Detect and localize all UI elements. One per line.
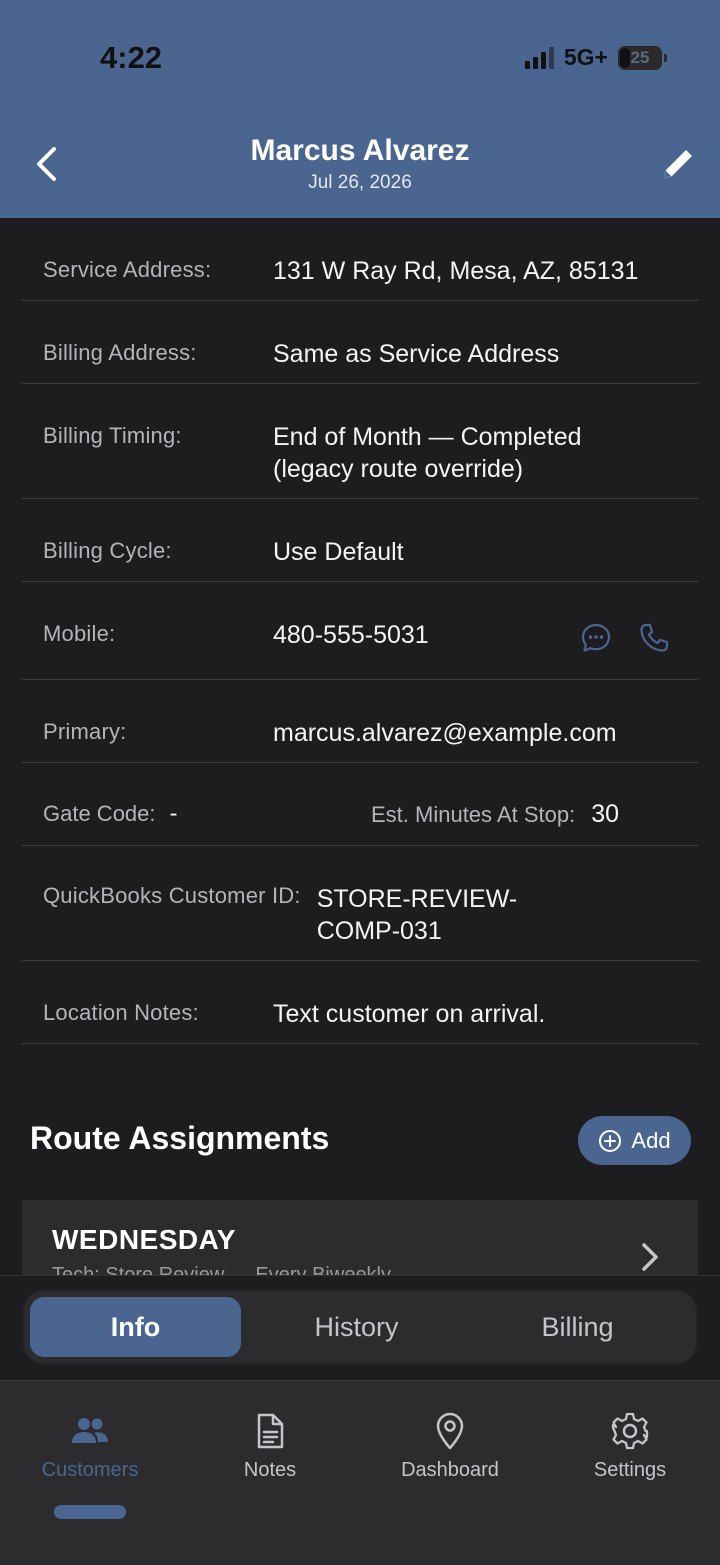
gate-code-group: Gate Code: - <box>22 800 357 828</box>
quickbooks-line2: COMP-031 <box>316 917 442 945</box>
nav-notes-label: Notes <box>243 1459 297 1481</box>
phone-icon[interactable] <box>638 622 670 654</box>
chevron-right-icon <box>642 1243 658 1271</box>
service-address-label: Service Address: <box>43 257 212 282</box>
primary-email-row: Primary: marcus.alvarez@example.com <box>22 680 698 763</box>
segmented-control: Info History Billing <box>22 1289 698 1365</box>
quickbooks-label: QuickBooks Customer ID: <box>43 883 301 908</box>
edit-button[interactable] <box>656 142 700 186</box>
nav-settings[interactable]: Settings <box>540 1411 720 1482</box>
nav-customers-label: Customers <box>41 1459 139 1481</box>
bottom-nav: Customers Notes Dashboard Settings <box>0 1380 720 1565</box>
quickbooks-value: STORE-REVIEW- COMP-031 <box>317 883 557 947</box>
gate-code-label: Gate Code: <box>43 801 156 826</box>
location-notes-label: Location Notes: <box>43 1000 199 1025</box>
billing-timing-line1: End of Month — Completed <box>273 423 582 451</box>
mobile-row: Mobile: 480-555-5031 <box>22 582 698 680</box>
map-pin-icon <box>436 1412 464 1450</box>
tab-billing[interactable]: Billing <box>472 1297 683 1357</box>
pencil-icon <box>664 150 692 178</box>
quickbooks-id-row: QuickBooks Customer ID: STORE-REVIEW- CO… <box>22 846 698 961</box>
users-icon <box>72 1418 108 1443</box>
billing-address-row: Billing Address: Same as Service Address <box>22 301 698 384</box>
tab-info[interactable]: Info <box>30 1297 241 1357</box>
mobile-value[interactable]: 480-555-5031 <box>273 619 429 651</box>
mobile-actions <box>580 622 670 654</box>
route-day: WEDNESDAY <box>52 1224 236 1255</box>
status-time: 4:22 <box>100 40 163 75</box>
quickbooks-line1: STORE-REVIEW- <box>316 885 518 913</box>
nav-dashboard[interactable]: Dashboard <box>360 1411 540 1482</box>
add-route-label: Add <box>631 1127 671 1153</box>
document-icon <box>257 1413 284 1449</box>
gate-code-value: - <box>169 800 178 827</box>
billing-timing-line2: (legacy route override) <box>273 455 524 483</box>
route-card-wednesday[interactable]: WEDNESDAY Tech: Store Review — Every Biw… <box>22 1200 698 1275</box>
signal-icon <box>524 46 554 69</box>
est-minutes-group: Est. Minutes At Stop: 30 <box>357 800 619 829</box>
route-details: Tech: Store Review — Every Biweekly <box>52 1264 392 1275</box>
header-bar: 4:22 5G+ 25 Marcus Alvarez Jul 26, 2026 <box>0 0 720 218</box>
billing-timing-label: Billing Timing: <box>43 423 182 448</box>
billing-cycle-value: Use Default <box>273 538 404 566</box>
network-label: 5G+ <box>563 44 608 70</box>
billing-timing-value: End of Month — Completed (legacy route o… <box>273 421 582 485</box>
gear-icon <box>611 1412 649 1450</box>
billing-cycle-row: Billing Cycle: Use Default <box>22 499 698 582</box>
customer-info-list: Service Address: 131 W Ray Rd, Mesa, AZ,… <box>22 218 698 1044</box>
nav-customers[interactable]: Customers <box>0 1411 180 1482</box>
est-minutes-value: 30 <box>591 800 620 828</box>
route-assignments-title: Route Assignments <box>30 1120 330 1156</box>
battery-level: 25 <box>630 47 650 67</box>
mobile-label: Mobile: <box>43 621 116 646</box>
gate-code-row: Gate Code: - Est. Minutes At Stop: 30 <box>22 763 698 846</box>
nav-settings-label: Settings <box>593 1459 667 1481</box>
plus-circle-icon <box>599 1129 622 1152</box>
status-indicators: 5G+ 25 <box>524 44 667 71</box>
nav-notes[interactable]: Notes <box>180 1411 360 1482</box>
service-address-value[interactable]: 131 W Ray Rd, Mesa, AZ, 85131 <box>273 255 638 287</box>
location-notes-row: Location Notes: Text customer on arrival… <box>22 961 698 1044</box>
battery-icon: 25 <box>618 45 667 70</box>
page-subtitle-date: Jul 26, 2026 <box>308 172 412 193</box>
billing-timing-row: Billing Timing: End of Month — Completed… <box>22 384 698 499</box>
add-route-button[interactable]: Add <box>578 1116 691 1165</box>
location-notes-value: Text customer on arrival. <box>273 1000 546 1028</box>
tab-history[interactable]: History <box>251 1297 462 1357</box>
billing-cycle-label: Billing Cycle: <box>43 538 172 563</box>
page-title: Marcus Alvarez <box>250 134 470 167</box>
nav-dashboard-label: Dashboard <box>401 1459 499 1481</box>
primary-label: Primary: <box>43 719 127 744</box>
est-minutes-label: Est. Minutes At Stop: <box>371 802 576 827</box>
billing-address-value: Same as Service Address <box>273 340 560 368</box>
service-address-row: Service Address: 131 W Ray Rd, Mesa, AZ,… <box>22 218 698 301</box>
active-tab-indicator <box>54 1505 126 1519</box>
primary-email-value[interactable]: marcus.alvarez@example.com <box>273 717 617 749</box>
billing-address-label: Billing Address: <box>43 340 197 365</box>
message-icon[interactable] <box>580 622 612 654</box>
